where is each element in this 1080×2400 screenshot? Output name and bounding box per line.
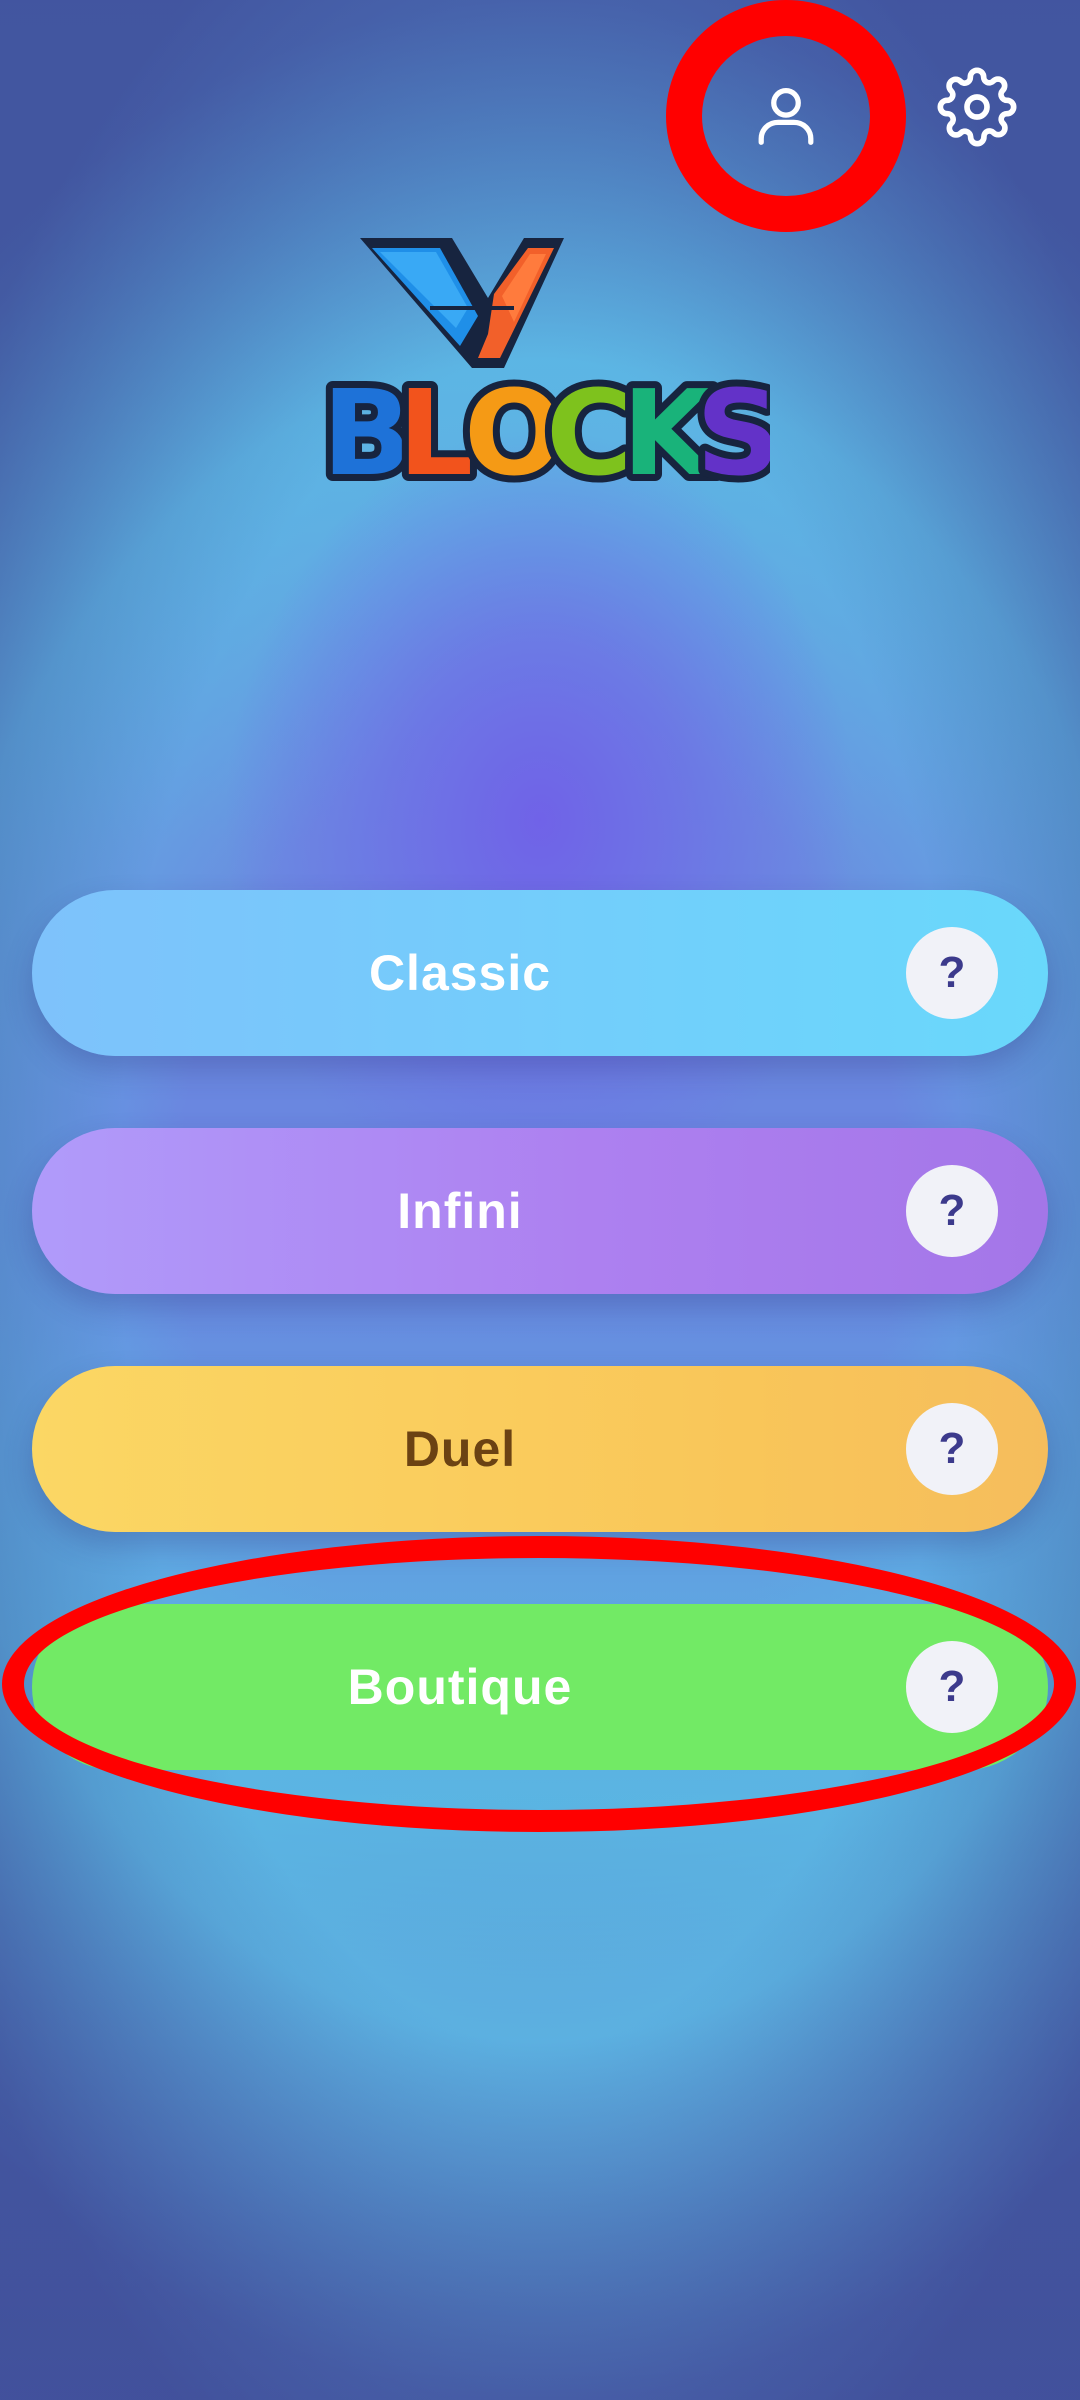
boutique-button[interactable]: Boutique ? xyxy=(32,1604,1048,1770)
profile-button[interactable] xyxy=(666,0,906,232)
boutique-help-button[interactable]: ? xyxy=(906,1641,998,1733)
duel-mode-button[interactable]: Duel ? xyxy=(32,1366,1048,1532)
logo-letter-s: S xyxy=(696,364,770,496)
logo-letter-l: L xyxy=(398,364,473,496)
classic-help-button[interactable]: ? xyxy=(906,927,998,1019)
highlight-ring-profile xyxy=(666,0,906,232)
infini-mode-button[interactable]: Infini ? xyxy=(32,1128,1048,1294)
v-blocks-logo: B L O C K S xyxy=(318,238,770,496)
gear-icon xyxy=(937,67,1017,147)
classic-label: Classic xyxy=(368,945,552,1001)
logo-letter-c: C xyxy=(546,364,633,496)
duel-label: Duel xyxy=(403,1421,517,1477)
classic-mode-button[interactable]: Classic ? xyxy=(32,890,1048,1056)
settings-button[interactable] xyxy=(935,65,1019,149)
infini-help-button[interactable]: ? xyxy=(906,1165,998,1257)
boutique-label: Boutique xyxy=(347,1659,573,1715)
logo-v-mark xyxy=(360,238,564,368)
duel-help-button[interactable]: ? xyxy=(906,1403,998,1495)
infini-label: Infini xyxy=(397,1183,523,1239)
